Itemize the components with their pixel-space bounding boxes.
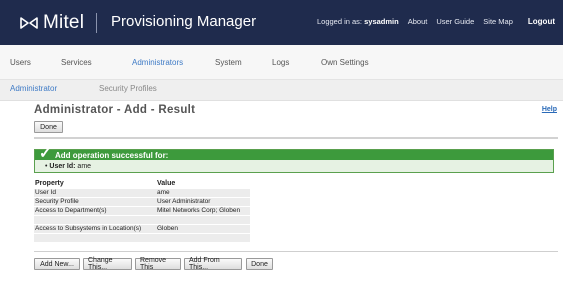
title-separator <box>96 13 97 33</box>
table-cell <box>34 234 156 242</box>
table-row: User Id ame <box>34 189 250 198</box>
nav-logs[interactable]: Logs <box>272 58 289 67</box>
table-row <box>34 216 250 225</box>
brand-name: Mitel <box>43 12 85 33</box>
logged-in-status: Logged in as: sysadmin <box>317 17 399 26</box>
table-row: Access to Subsystems in Location(s) Glob… <box>34 225 250 234</box>
success-detail-label: User Id: <box>49 163 76 170</box>
table-row <box>34 234 250 243</box>
table-cell: Globen <box>157 225 178 232</box>
top-header: Mitel Provisioning Manager Logged in as:… <box>0 0 563 45</box>
table-header: Property Value <box>34 180 250 189</box>
table-cell: Access to Department(s) <box>35 207 107 214</box>
subnav-administrator[interactable]: Administrator <box>10 84 57 93</box>
user-guide-link[interactable]: User Guide <box>436 17 474 26</box>
mitel-logo-icon <box>20 17 38 29</box>
table-cell: Mitel Networks Corp; Globen <box>157 207 241 214</box>
add-new-button[interactable]: Add New... <box>34 258 80 270</box>
page-title: Administrator - Add - Result <box>34 104 196 116</box>
table-cell: Security Profile <box>35 198 79 205</box>
nav-users[interactable]: Users <box>10 58 31 67</box>
table-cell: Access to Subsystems in Location(s) <box>35 225 142 232</box>
table-cell: User Administrator <box>157 198 211 205</box>
success-heading: Add operation successful for: <box>55 151 169 160</box>
nav-administrators[interactable]: Administrators <box>132 58 183 67</box>
success-header: ✓ Add operation successful for: <box>35 146 553 161</box>
table-row: Access to Department(s) Mitel Networks C… <box>34 207 250 216</box>
checkmark-icon: ✓ <box>39 145 52 162</box>
table-cell <box>34 216 156 224</box>
done-button-top[interactable]: Done <box>34 121 63 133</box>
change-this-button[interactable]: Change This... <box>83 257 132 271</box>
success-detail-value: ame <box>77 163 92 170</box>
nav-services[interactable]: Services <box>61 58 92 67</box>
site-map-link[interactable]: Site Map <box>483 17 513 26</box>
column-header-property: Property <box>35 180 64 187</box>
property-table: Property Value User Id ame Security Prof… <box>34 180 250 243</box>
help-link[interactable]: Help <box>542 106 557 113</box>
success-detail: • User Id: ame <box>45 163 91 170</box>
app-title: Provisioning Manager <box>111 13 257 30</box>
logout-link[interactable]: Logout <box>528 17 555 26</box>
logged-in-prefix: Logged in as: <box>316 17 363 26</box>
bullet-icon: • <box>45 163 48 170</box>
remove-this-button[interactable]: Remove This <box>135 257 181 271</box>
add-from-this-button[interactable]: Add From This... <box>184 257 242 271</box>
nav-own-settings[interactable]: Own Settings <box>321 58 369 67</box>
success-message: ✓ Add operation successful for: • User I… <box>34 146 554 173</box>
nav-system[interactable]: System <box>215 58 242 67</box>
about-link[interactable]: About <box>408 17 428 26</box>
subnav-security-profiles[interactable]: Security Profiles <box>99 84 157 93</box>
sub-nav: Administrator Security Profiles <box>0 80 563 101</box>
logged-in-user: sysadmin <box>364 17 399 26</box>
table-cell: User Id <box>35 189 56 196</box>
main-nav: Users Services Administrators System Log… <box>0 45 563 80</box>
table-cell <box>156 216 250 224</box>
done-button-bottom[interactable]: Done <box>246 258 273 270</box>
column-header-value: Value <box>157 180 176 187</box>
table-cell: ame <box>157 189 170 196</box>
table-row: Security Profile User Administrator <box>34 198 250 207</box>
table-cell <box>156 234 250 242</box>
content-divider <box>34 137 558 139</box>
user-toolbar: Logged in as: sysadmin About User Guide … <box>317 17 555 26</box>
actions-divider <box>34 251 558 252</box>
mitel-logo[interactable]: Mitel <box>20 12 84 34</box>
